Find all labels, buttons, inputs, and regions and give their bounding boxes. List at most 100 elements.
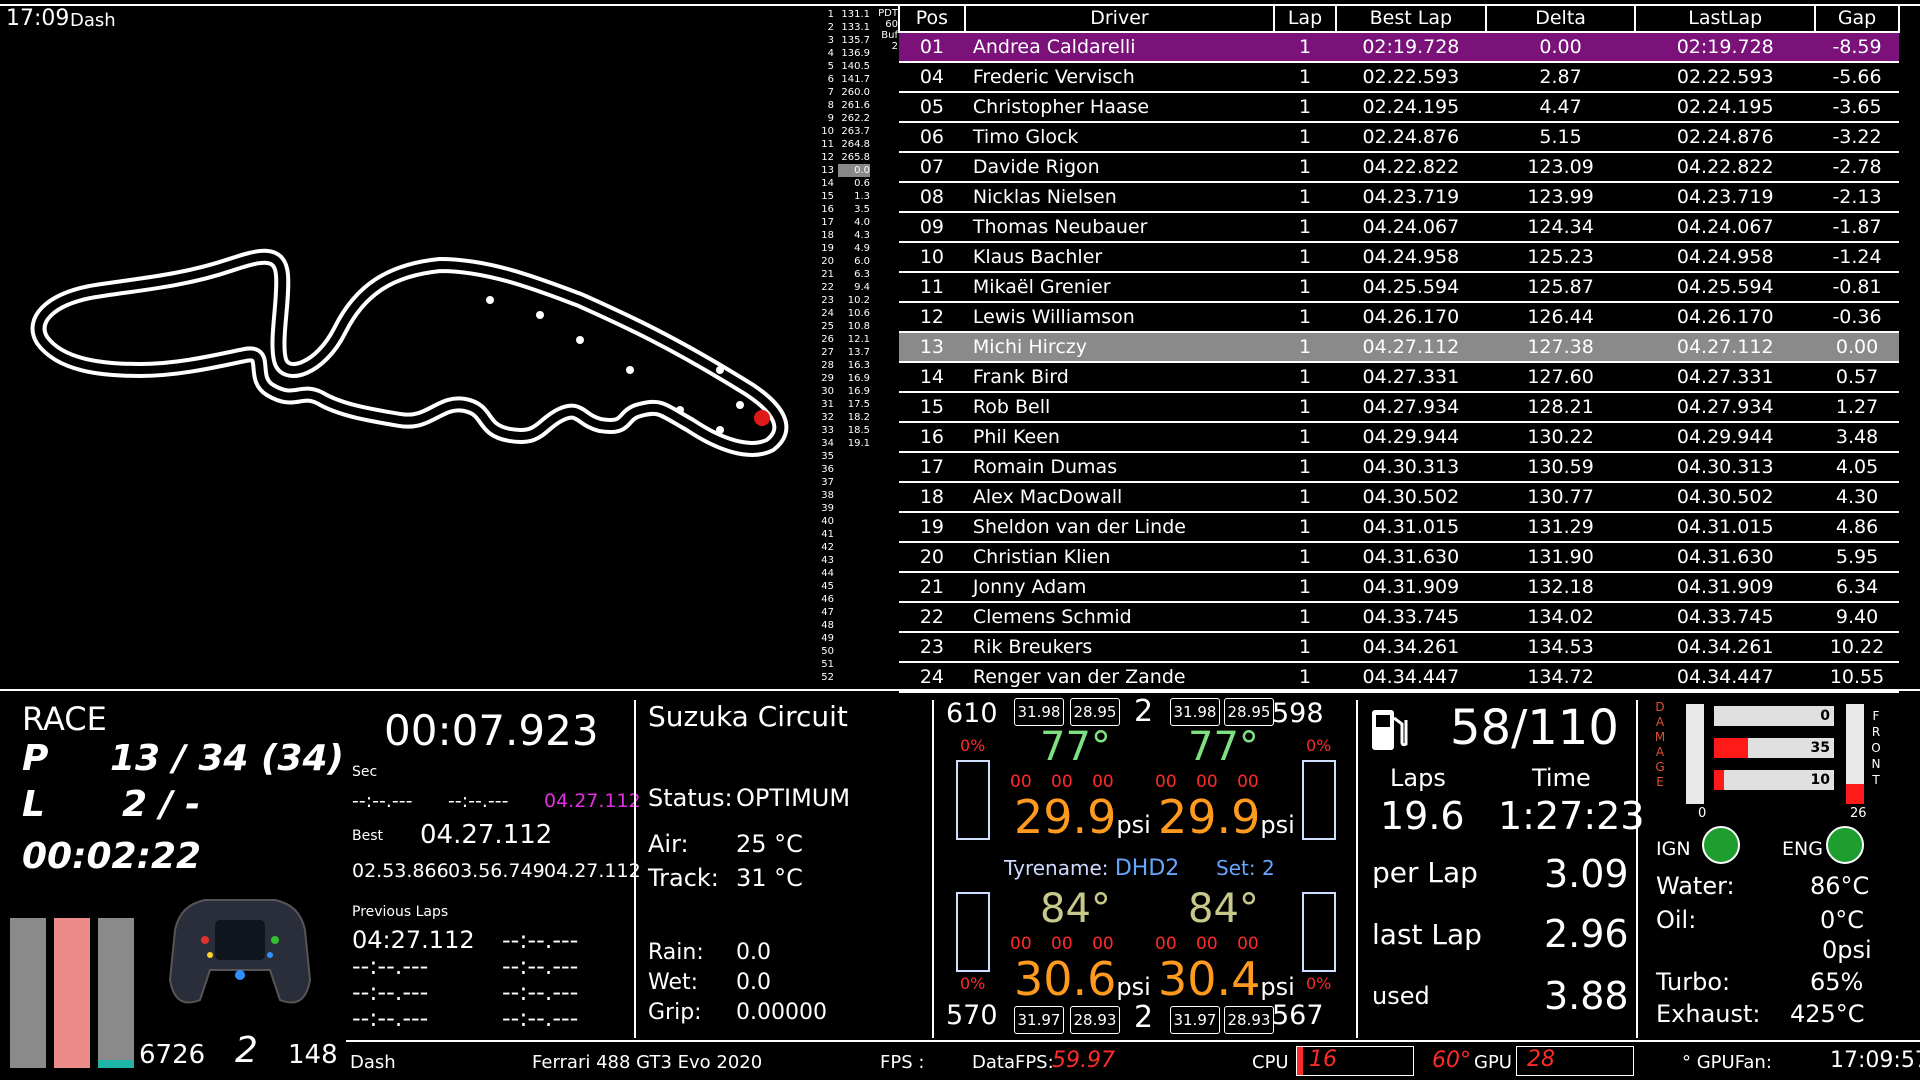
table-row[interactable]: 04 Frederic Vervisch 1 02.22.593 2.87 02.22.5… <box>899 62 1899 93</box>
fl-box-1: 31.98 <box>1014 698 1064 726</box>
fuel-pump-icon <box>1372 710 1408 750</box>
cell-last: 04.24.067 <box>1635 212 1816 243</box>
fuel-perlap: 3.09 <box>1544 852 1629 896</box>
table-row[interactable]: 05 Christopher Haase 1 02.24.195 4.47 02.24.1… <box>899 92 1899 123</box>
cell-delta: 126.44 <box>1485 302 1636 333</box>
table-row[interactable]: 09 Thomas Neubauer 1 04.24.067 124.34 04.24.0… <box>899 212 1899 243</box>
cell-best: 02.24.195 <box>1335 92 1486 123</box>
cell-best: 04.30.502 <box>1335 482 1486 513</box>
minilist-pos: 35 <box>821 451 834 462</box>
minilist-gap <box>838 645 870 658</box>
gear-value: 2 <box>235 1030 258 1071</box>
minilist-pos: 31 <box>821 399 834 410</box>
table-row[interactable]: 01 Andrea Caldarelli 1 02:19.728 0.00 02:19.7… <box>899 32 1899 63</box>
column-header[interactable]: Driver <box>963 4 1276 33</box>
minilist-pos: 12 <box>821 152 834 163</box>
cell-lap: 1 <box>1274 272 1336 303</box>
cell-pos: 08 <box>899 182 965 213</box>
table-row[interactable]: 20 Christian Klien 1 04.31.630 131.90 04.31.6… <box>899 542 1899 573</box>
minilist-gap: 18.2 <box>847 412 870 423</box>
table-row[interactable]: 15 Rob Bell 1 04.27.934 128.21 04.27.934 1.27 <box>899 392 1899 423</box>
fl-wear: 00 00 00 <box>1010 772 1114 792</box>
table-row[interactable]: 18 Alex MacDowall 1 04.30.502 130.77 04.30.50… <box>899 482 1899 513</box>
minilist-gap: 140.5 <box>841 61 870 72</box>
cell-delta: 4.47 <box>1485 92 1636 123</box>
session-type: RACE <box>22 700 107 738</box>
fr-wear: 00 00 00 <box>1155 772 1259 792</box>
minilist-row: 34 19.1 <box>820 437 900 450</box>
fps-label: FPS : <box>880 1052 925 1073</box>
damage-right-fill <box>1846 784 1864 804</box>
minilist-gap: 264.8 <box>841 139 870 150</box>
divider-2 <box>932 700 934 1038</box>
minilist-pos: 39 <box>821 503 834 514</box>
table-row[interactable]: 16 Phil Keen 1 04.29.944 130.22 04.29.944 3.48 <box>899 422 1899 453</box>
table-row[interactable]: 19 Sheldon van der Linde 1 04.31.015 131.29 0… <box>899 512 1899 543</box>
cell-best: 04.34.261 <box>1335 632 1486 663</box>
gpu-meter: 28 <box>1516 1046 1634 1076</box>
cell-delta: 132.18 <box>1485 572 1636 603</box>
prev-lap-5: --:--.--- <box>352 978 429 1006</box>
steering-wheel-icon <box>168 899 312 1004</box>
minilist-row: 33 18.5 <box>820 424 900 437</box>
table-row[interactable]: 06 Timo Glock 1 02.24.876 5.15 02.24.876 -3.22 <box>899 122 1899 153</box>
column-header[interactable]: Delta <box>1484 4 1637 33</box>
minilist-pos: 25 <box>821 321 834 332</box>
table-row[interactable]: 08 Nicklas Nielsen 1 04.23.719 123.99 04.23.7… <box>899 182 1899 213</box>
cell-gap: -3.22 <box>1815 122 1899 153</box>
cell-driver: Alex MacDowall <box>964 482 1275 513</box>
table-row[interactable]: 12 Lewis Williamson 1 04.26.170 126.44 04.26.… <box>899 302 1899 333</box>
cell-gap: 4.05 <box>1815 452 1899 483</box>
cell-last: 02.24.195 <box>1635 92 1816 123</box>
table-row[interactable]: 24 Renger van der Zande 1 04.34.447 134.72 04… <box>899 662 1899 693</box>
table-row[interactable]: 07 Davide Rigon 1 04.22.822 123.09 04.22.822-… <box>899 152 1899 183</box>
cell-driver: Andrea Caldarelli <box>964 32 1275 63</box>
sector-label: Sec <box>352 764 378 780</box>
cell-gap: 9.40 <box>1815 602 1899 633</box>
position-label: P <box>22 738 49 779</box>
table-row[interactable]: 21 Jonny Adam 1 04.31.909 132.18 04.31.909 6.3… <box>899 572 1899 603</box>
column-header[interactable]: Gap <box>1814 4 1900 33</box>
rl-temp: 84° <box>1040 886 1111 932</box>
panel-rule <box>0 689 1920 691</box>
column-header[interactable]: LastLap <box>1634 4 1817 33</box>
minilist-gap: 10.2 <box>847 295 870 306</box>
fuel-time: 1:27:23 <box>1498 794 1645 838</box>
minilist-row: 35 <box>820 450 900 463</box>
cell-driver: Nicklas Nielsen <box>964 182 1275 213</box>
cell-best: 02:19.728 <box>1335 32 1486 63</box>
table-row[interactable]: 13 Michi Hirczy 1 04.27.112 127.38 04.27.112 0… <box>899 332 1899 363</box>
best-sector-1: 02.53.866 <box>352 860 449 882</box>
column-header[interactable]: Lap <box>1273 4 1337 33</box>
cell-best: 04.34.447 <box>1335 662 1486 693</box>
table-row[interactable]: 11 Mikaël Grenier 1 04.25.594 125.87 04.25.59… <box>899 272 1899 303</box>
column-header[interactable]: Best Lap <box>1334 4 1487 33</box>
cell-driver: Rik Breukers <box>964 632 1275 663</box>
cell-best: 02.22.593 <box>1335 62 1486 93</box>
minilist-gap: 263.7 <box>841 126 870 137</box>
prev-lap-2: --:--.--- <box>502 926 579 954</box>
table-row[interactable]: 17 Romain Dumas 1 04.30.313 130.59 04.30.313 4… <box>899 452 1899 483</box>
minilist-row: 36 <box>820 463 900 476</box>
minilist-row: 48 <box>820 619 900 632</box>
minilist-pos: 51 <box>821 659 834 670</box>
table-row[interactable]: 23 Rik Breukers 1 04.34.261 134.53 04.34.261 1… <box>899 632 1899 663</box>
table-row[interactable]: 14 Frank Bird 1 04.27.331 127.60 04.27.331 0.5… <box>899 362 1899 393</box>
rl-pct: 0% <box>960 974 986 993</box>
minilist-pos: 43 <box>821 555 834 566</box>
divider-3 <box>1356 700 1358 1038</box>
table-row[interactable]: 22 Clemens Schmid 1 04.33.745 134.02 04.33.74… <box>899 602 1899 633</box>
datafps-label: DataFPS: <box>972 1052 1054 1073</box>
cell-best: 04.26.170 <box>1335 302 1486 333</box>
cell-best: 04.27.112 <box>1335 332 1486 363</box>
minilist-pos: 28 <box>821 360 834 371</box>
throttle-bar <box>98 918 134 1068</box>
minilist-row: 45 <box>820 580 900 593</box>
column-header[interactable]: Pos <box>898 4 966 33</box>
minilist-gap: 10.8 <box>847 321 870 332</box>
table-row[interactable]: 10 Klaus Bachler 1 04.24.958 125.23 04.24.958… <box>899 242 1899 273</box>
cell-pos: 16 <box>899 422 965 453</box>
minilist-gap <box>838 489 870 502</box>
fuel-laps: 19.6 <box>1380 794 1465 838</box>
cell-pos: 19 <box>899 512 965 543</box>
